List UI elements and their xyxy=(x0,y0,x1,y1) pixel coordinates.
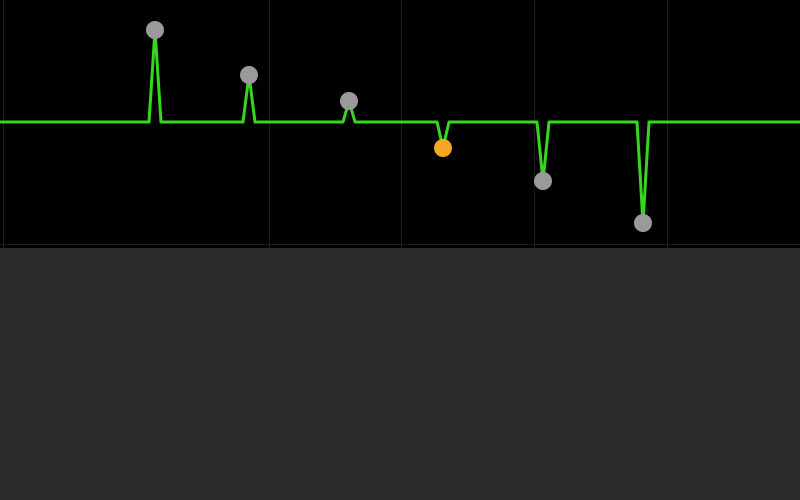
peak-handle[interactable] xyxy=(240,66,258,84)
waveform-graph[interactable] xyxy=(0,0,800,248)
waveform-curve xyxy=(0,0,800,248)
control-panel: 7 441 Hz Point + - peak widthvibe start xyxy=(0,248,800,500)
peak-handle[interactable] xyxy=(340,92,358,110)
peak-handle[interactable] xyxy=(534,172,552,190)
peak-handle[interactable] xyxy=(634,214,652,232)
peak-handle[interactable] xyxy=(146,21,164,39)
peak-handle[interactable] xyxy=(434,139,452,157)
